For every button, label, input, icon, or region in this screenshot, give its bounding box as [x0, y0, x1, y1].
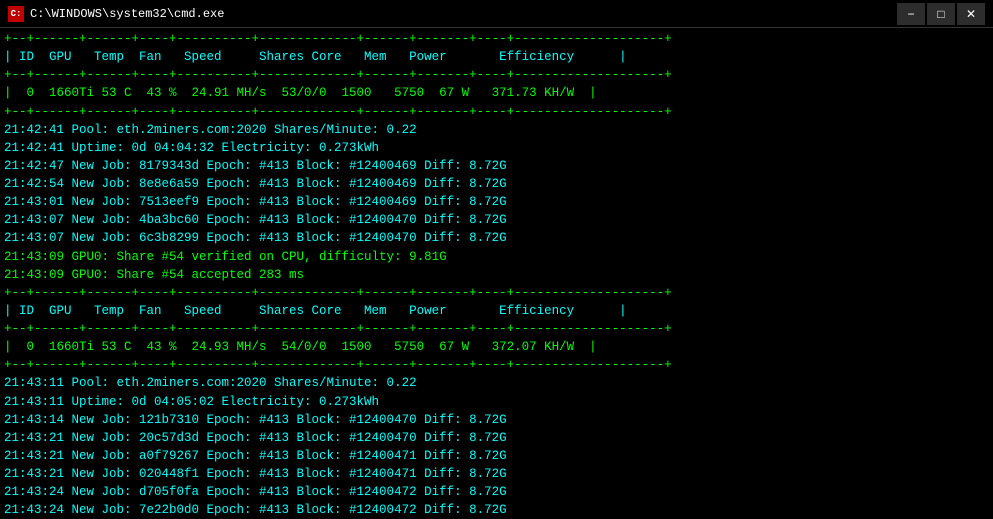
terminal-content: +--+------+------+----+----------+------…: [0, 28, 993, 519]
terminal-line-16: +--+------+------+----+----------+------…: [0, 320, 993, 338]
terminal-line-21: 21:43:14 New Job: 121b7310 Epoch: #413 B…: [0, 411, 993, 429]
cmd-window: C: C:\WINDOWS\system32\cmd.exe − □ ✕ +--…: [0, 0, 993, 519]
window-title: C:\WINDOWS\system32\cmd.exe: [30, 7, 897, 21]
terminal-line-4: +--+------+------+----+----------+------…: [0, 103, 993, 121]
terminal-line-17: | 0 1660Ti 53 C 43 % 24.93 MH/s 54/0/0 1…: [0, 338, 993, 356]
terminal-line-10: 21:43:07 New Job: 4ba3bc60 Epoch: #413 B…: [0, 211, 993, 229]
minimize-button[interactable]: −: [897, 3, 925, 25]
terminal-line-18: +--+------+------+----+----------+------…: [0, 356, 993, 374]
terminal-line-1: | ID GPU Temp Fan Speed Shares Core Mem …: [0, 48, 993, 66]
terminal-line-20: 21:43:11 Uptime: 0d 04:05:02 Electricity…: [0, 393, 993, 411]
terminal-line-23: 21:43:21 New Job: a0f79267 Epoch: #413 B…: [0, 447, 993, 465]
terminal-line-7: 21:42:47 New Job: 8179343d Epoch: #413 B…: [0, 157, 993, 175]
terminal-line-26: 21:43:24 New Job: 7e22b0d0 Epoch: #413 B…: [0, 501, 993, 519]
terminal-line-9: 21:43:01 New Job: 7513eef9 Epoch: #413 B…: [0, 193, 993, 211]
terminal-line-15: | ID GPU Temp Fan Speed Shares Core Mem …: [0, 302, 993, 320]
terminal-line-25: 21:43:24 New Job: d705f0fa Epoch: #413 B…: [0, 483, 993, 501]
title-bar: C: C:\WINDOWS\system32\cmd.exe − □ ✕: [0, 0, 993, 28]
terminal-line-19: 21:43:11 Pool: eth.2miners.com:2020 Shar…: [0, 374, 993, 392]
terminal-line-12: 21:43:09 GPU0: Share #54 verified on CPU…: [0, 248, 993, 266]
terminal-line-11: 21:43:07 New Job: 6c3b8299 Epoch: #413 B…: [0, 229, 993, 247]
terminal-line-22: 21:43:21 New Job: 20c57d3d Epoch: #413 B…: [0, 429, 993, 447]
terminal-line-6: 21:42:41 Uptime: 0d 04:04:32 Electricity…: [0, 139, 993, 157]
terminal-line-14: +--+------+------+----+----------+------…: [0, 284, 993, 302]
terminal-line-2: +--+------+------+----+----------+------…: [0, 66, 993, 84]
cmd-icon: C:: [8, 6, 24, 22]
maximize-button[interactable]: □: [927, 3, 955, 25]
terminal-line-3: | 0 1660Ti 53 C 43 % 24.91 MH/s 53/0/0 1…: [0, 84, 993, 102]
terminal-line-5: 21:42:41 Pool: eth.2miners.com:2020 Shar…: [0, 121, 993, 139]
close-button[interactable]: ✕: [957, 3, 985, 25]
terminal-line-8: 21:42:54 New Job: 8e8e6a59 Epoch: #413 B…: [0, 175, 993, 193]
terminal-line-13: 21:43:09 GPU0: Share #54 accepted 283 ms: [0, 266, 993, 284]
window-controls: − □ ✕: [897, 3, 985, 25]
terminal-line-0: +--+------+------+----+----------+------…: [0, 30, 993, 48]
terminal-line-24: 21:43:21 New Job: 020448f1 Epoch: #413 B…: [0, 465, 993, 483]
